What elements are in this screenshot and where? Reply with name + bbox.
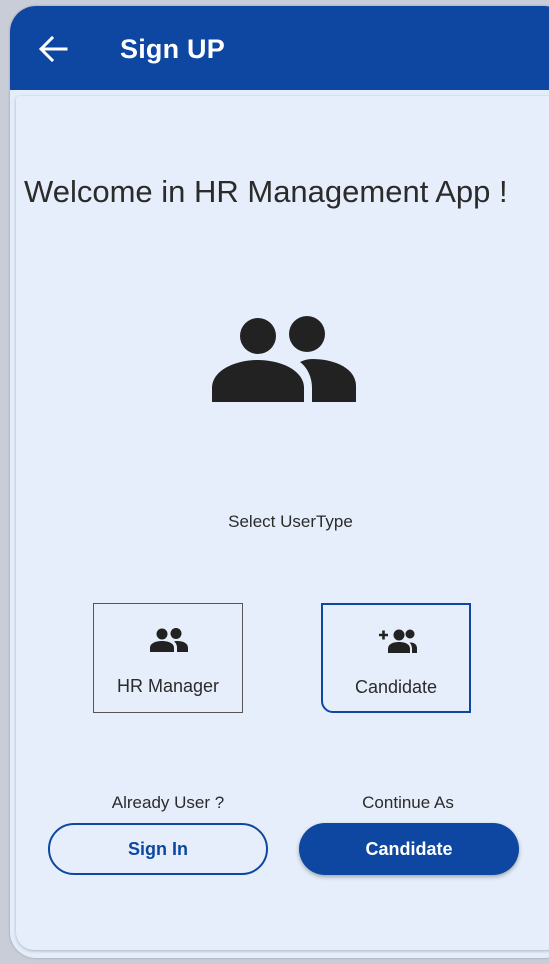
phone-screen: Sign UP Welcome in HR Management App ! S… <box>10 6 549 958</box>
people-icon <box>212 316 356 402</box>
usertype-card-candidate[interactable]: Candidate <box>321 603 471 713</box>
sign-in-button[interactable]: Sign In <box>48 823 268 875</box>
group-add-icon <box>379 629 417 653</box>
continue-as-candidate-button[interactable]: Candidate <box>299 823 519 875</box>
usertype-label: HR Manager <box>116 676 220 696</box>
already-user-label: Already User ? <box>111 793 225 812</box>
arrow-left-icon[interactable] <box>38 36 68 62</box>
continue-as-label: Continue As <box>362 793 454 812</box>
page-title: Sign UP <box>120 34 225 64</box>
usertype-label: Candidate <box>354 677 438 697</box>
people-icon <box>150 628 188 652</box>
usertype-card-hr-manager[interactable]: HR Manager <box>93 603 243 713</box>
main-content: Welcome in HR Management App ! Select Us… <box>16 96 549 950</box>
select-usertype-label: Select UserType <box>228 512 353 531</box>
welcome-text: Welcome in HR Management App ! <box>24 174 508 209</box>
app-bar: Sign UP <box>10 6 549 90</box>
